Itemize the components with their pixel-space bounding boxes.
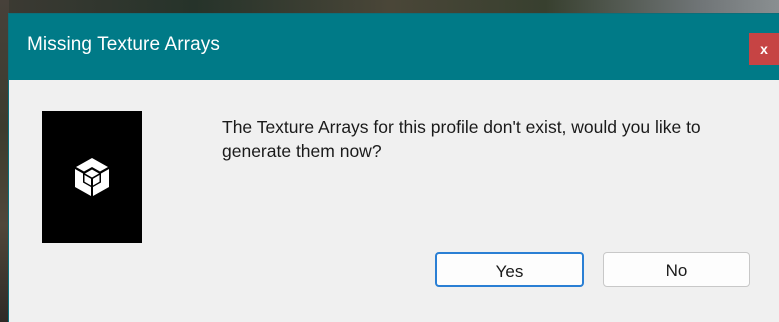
- yes-button[interactable]: Yes: [435, 252, 584, 287]
- close-button[interactable]: x: [749, 33, 779, 65]
- background-desktop-edge: [0, 0, 9, 322]
- background-desktop-strip: [0, 0, 779, 14]
- no-button[interactable]: No: [603, 252, 750, 287]
- dialog-titlebar[interactable]: Missing Texture Arrays x: [9, 14, 779, 80]
- unity-cube-icon: [75, 158, 109, 196]
- dialog-message: The Texture Arrays for this profile don'…: [222, 117, 701, 161]
- dialog-title: Missing Texture Arrays: [27, 34, 220, 55]
- dialog-body: The Texture Arrays for this profile don'…: [9, 80, 779, 322]
- unity-logo-icon: [42, 111, 142, 243]
- missing-texture-arrays-dialog: Missing Texture Arrays x The Texture Arr…: [9, 14, 779, 322]
